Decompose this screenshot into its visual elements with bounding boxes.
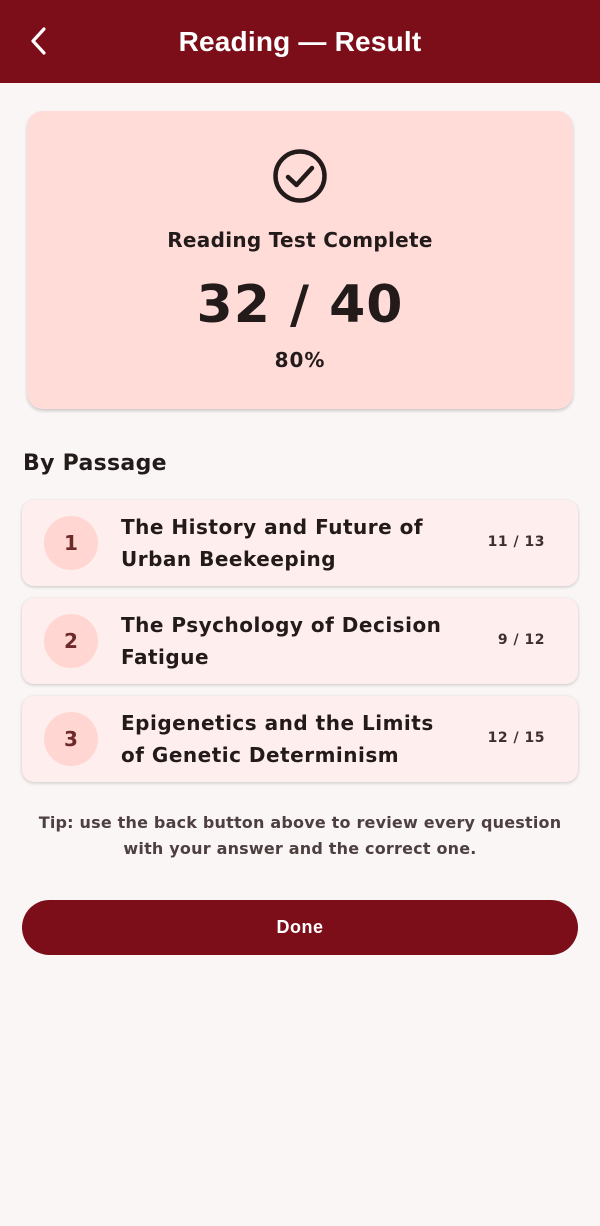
tip-line: Tip: use the back button above to review… bbox=[38, 813, 562, 832]
section-title-by-passage: By Passage bbox=[23, 451, 167, 476]
check-circle-icon bbox=[273, 149, 327, 203]
passage-row-1[interactable]: 1 The History and Future of Urban Beekee… bbox=[22, 500, 578, 586]
passage-title-line: The Psychology of Decision bbox=[121, 613, 442, 637]
passage-title-line: Fatigue bbox=[121, 645, 210, 669]
passage-title: The Psychology of Decision Fatigue bbox=[121, 609, 471, 673]
passage-number-badge: 1 bbox=[44, 516, 98, 570]
passage-title-line: The History and Future of bbox=[121, 515, 424, 539]
score-value: 32 / 40 bbox=[196, 275, 404, 335]
done-button[interactable]: Done bbox=[22, 900, 578, 955]
passage-title-line: Epigenetics and the Limits bbox=[121, 711, 434, 735]
passage-score: 9 / 12 bbox=[497, 632, 545, 648]
passage-number-badge: 2 bbox=[44, 614, 98, 668]
review-tip: Tip: use the back button above to review… bbox=[22, 810, 578, 862]
result-summary-card: Reading Test Complete 32 / 40 80% bbox=[27, 111, 573, 409]
back-button[interactable] bbox=[22, 24, 56, 58]
tip-line: with your answer and the correct one. bbox=[123, 839, 477, 858]
app-bar: Reading — Result bbox=[0, 0, 600, 83]
passage-title: Epigenetics and the Limits of Genetic De… bbox=[121, 707, 471, 771]
passage-number-badge: 3 bbox=[44, 712, 98, 766]
passage-score: 11 / 13 bbox=[487, 534, 545, 550]
passage-row-3[interactable]: 3 Epigenetics and the Limits of Genetic … bbox=[22, 696, 578, 782]
result-heading: Reading Test Complete bbox=[167, 228, 433, 252]
page-title: Reading — Result bbox=[178, 25, 422, 57]
passage-title-line: Urban Beekeeping bbox=[121, 547, 337, 571]
passage-title: The History and Future of Urban Beekeepi… bbox=[121, 511, 471, 575]
passage-score: 12 / 15 bbox=[487, 730, 545, 746]
passage-title-line: of Genetic Determinism bbox=[121, 743, 400, 767]
chevron-left-icon bbox=[31, 27, 46, 55]
score-percent: 80% bbox=[274, 348, 326, 372]
passage-row-2[interactable]: 2 The Psychology of Decision Fatigue 9 /… bbox=[22, 598, 578, 684]
